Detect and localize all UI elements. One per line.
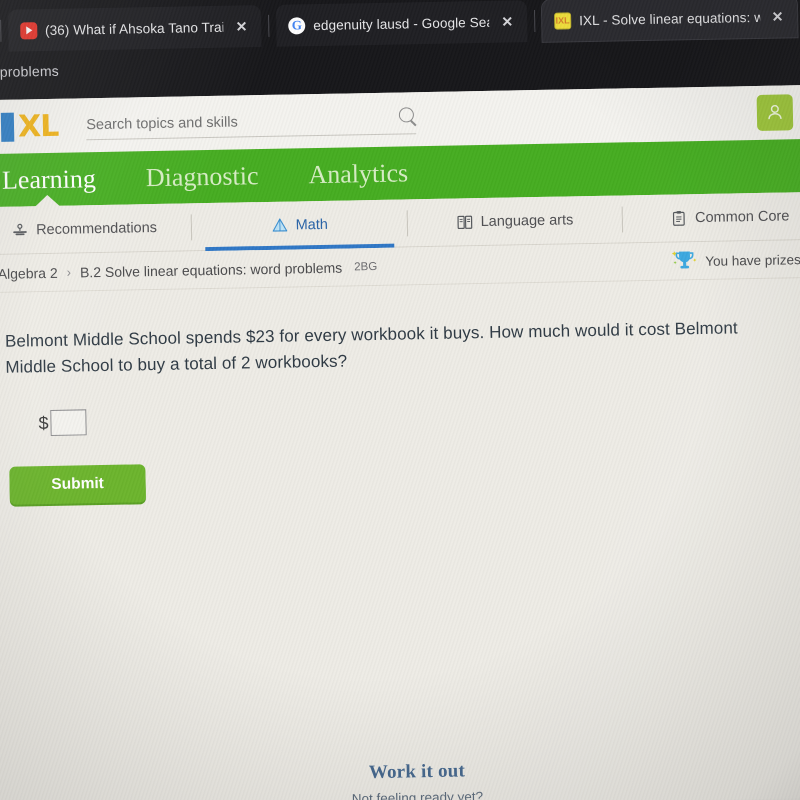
nav-item-analytics[interactable]: Analytics bbox=[298, 146, 419, 201]
ixl-logo[interactable]: XL bbox=[0, 108, 59, 145]
breadcrumb-course[interactable]: Algebra 2 bbox=[0, 264, 58, 281]
submit-button[interactable]: Submit bbox=[9, 464, 146, 505]
dollar-prefix: $ bbox=[38, 412, 49, 433]
tab-title: IXL - Solve linear equations: word bbox=[578, 9, 760, 28]
chevron-right-icon: › bbox=[66, 264, 72, 280]
close-icon[interactable]: ✕ bbox=[497, 11, 517, 31]
recommendations-icon bbox=[13, 223, 27, 235]
avatar[interactable] bbox=[756, 94, 794, 131]
tab-label: Common Core bbox=[694, 207, 790, 226]
tab-title: edgenuity lausd - Google Search bbox=[313, 14, 490, 33]
user-avatar-icon bbox=[768, 104, 782, 120]
tab-divider bbox=[533, 10, 536, 33]
tab-label: Language arts bbox=[480, 211, 574, 230]
close-icon[interactable]: ✕ bbox=[768, 6, 788, 26]
tab-language-arts[interactable]: Language arts bbox=[407, 195, 622, 247]
skill-code: 2BG bbox=[354, 260, 378, 273]
google-icon: G bbox=[288, 16, 306, 35]
search-input[interactable] bbox=[86, 110, 417, 133]
question-area: Belmont Middle School spends $23 for eve… bbox=[0, 277, 800, 800]
url-text: rd-problems bbox=[0, 62, 60, 81]
trophy-icon bbox=[671, 251, 697, 269]
photographed-screen: ✕ (36) What if Ahsoka Tano Trained ✕ G e… bbox=[0, 0, 800, 800]
browser-tab-ixl[interactable]: IXL IXL - Solve linear equations: word ✕ bbox=[541, 0, 798, 42]
tab-label: Recommendations bbox=[35, 219, 158, 238]
header-right-group: W bbox=[756, 94, 800, 131]
ixl-page: XL W Learning bbox=[0, 84, 800, 800]
close-icon[interactable]: ✕ bbox=[231, 16, 251, 36]
math-icon bbox=[272, 217, 288, 232]
book-icon bbox=[457, 215, 473, 229]
browser-chrome: ✕ (36) What if Ahsoka Tano Trained ✕ G e… bbox=[0, 0, 800, 101]
nav-item-diagnostic[interactable]: Diagnostic bbox=[135, 149, 269, 204]
tab-label: Math bbox=[295, 216, 329, 233]
answer-input[interactable] bbox=[50, 409, 87, 436]
browser-tab-google-search[interactable]: G edgenuity lausd - Google Search ✕ bbox=[275, 0, 528, 47]
tab-title: (36) What if Ahsoka Tano Trained bbox=[44, 19, 224, 38]
prizes-banner[interactable]: You have prizes to re bbox=[671, 246, 800, 275]
tab-divider bbox=[268, 14, 270, 37]
tab-math[interactable]: Math bbox=[192, 199, 407, 251]
logo-xl-text: XL bbox=[17, 108, 59, 145]
tab-recommendations[interactable]: Recommendations bbox=[0, 203, 192, 255]
search-icon[interactable] bbox=[399, 107, 415, 123]
tab-divider bbox=[0, 19, 2, 42]
breadcrumb-skill: B.2 Solve linear equations: word problem… bbox=[79, 259, 343, 280]
tab-common-core[interactable]: Common Core bbox=[622, 191, 800, 243]
ixl-icon: IXL bbox=[553, 11, 572, 30]
youtube-icon bbox=[19, 21, 38, 39]
clipboard-icon bbox=[673, 210, 686, 226]
logo-i-bar bbox=[0, 112, 15, 142]
prizes-text: You have prizes to re bbox=[705, 251, 800, 269]
search-box[interactable] bbox=[86, 104, 417, 141]
question-text: Belmont Middle School spends $23 for eve… bbox=[4, 318, 738, 377]
answer-row: $ bbox=[6, 396, 800, 437]
browser-tab-youtube[interactable]: (36) What if Ahsoka Tano Trained ✕ bbox=[7, 5, 262, 52]
work-it-out-section: Work it out Not feeling ready yet? bbox=[0, 753, 800, 800]
